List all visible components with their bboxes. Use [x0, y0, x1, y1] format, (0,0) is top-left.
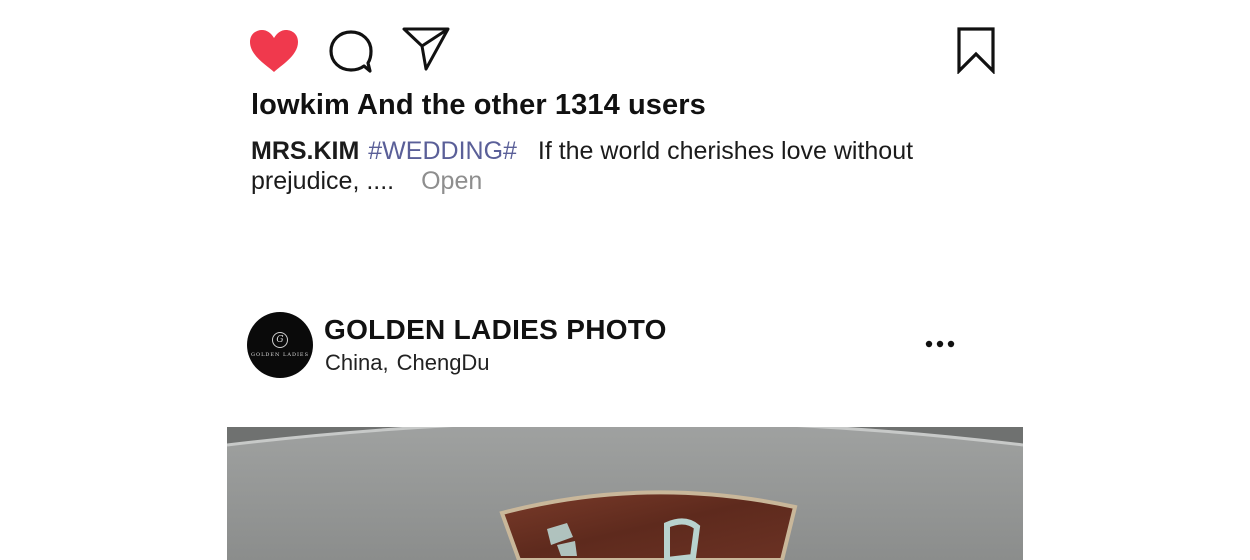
comment-bubble-icon[interactable] [327, 28, 375, 76]
caption-hashtag[interactable]: #WEDDING# [368, 137, 517, 165]
caption-author[interactable]: MRS.KIM [251, 137, 359, 165]
avatar-logo-text: GOLDEN LADIES [250, 352, 310, 358]
post-actions-bar [248, 24, 998, 76]
post-caption: MRS.KIM #WEDDING# If the world cherishes… [251, 136, 951, 196]
bookmark-icon[interactable] [956, 26, 996, 74]
paper-plane-icon[interactable] [401, 26, 451, 72]
signboard [499, 490, 798, 560]
post-location[interactable]: China, ChengDu [325, 350, 490, 376]
photo-scene [227, 427, 1023, 560]
account-name[interactable]: GOLDEN LADIES PHOTO [324, 314, 667, 346]
post-photo[interactable] [227, 427, 1023, 560]
caption-open-link[interactable]: Open [421, 167, 482, 195]
location-city: ChengDu [396, 350, 490, 375]
avatar[interactable]: G GOLDEN LADIES [247, 312, 313, 378]
more-horizontal-icon[interactable] [925, 339, 955, 349]
likes-summary[interactable]: lowkim And the other 1314 users [251, 89, 706, 122]
heart-filled-icon[interactable] [248, 28, 300, 74]
golden-ladies-logo-icon: G [272, 332, 288, 348]
post-header: G GOLDEN LADIES GOLDEN LADIES PHOTO Chin… [247, 312, 967, 378]
location-country: China, [325, 350, 389, 375]
